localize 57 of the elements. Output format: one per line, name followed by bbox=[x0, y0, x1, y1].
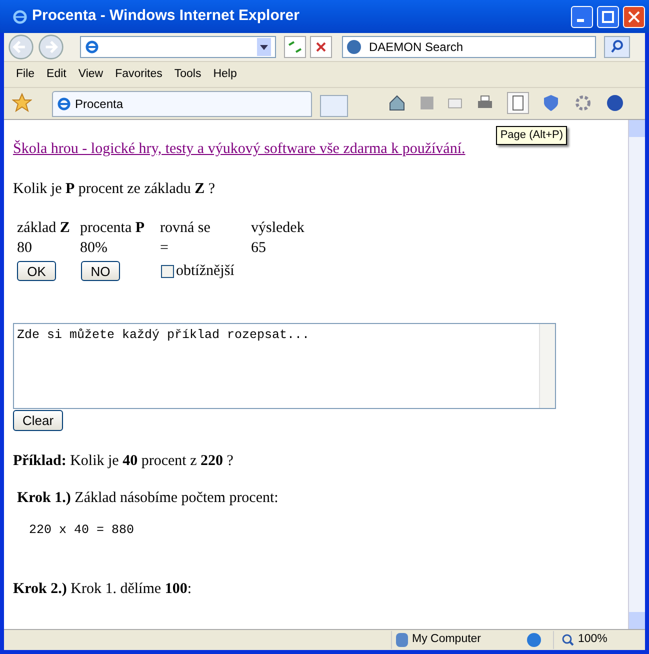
formula: 220 x 40 = 880 bbox=[29, 522, 136, 539]
menu-item[interactable]: Edit bbox=[42, 66, 70, 84]
minimize-button[interactable] bbox=[571, 6, 593, 28]
answer-button[interactable]: OK bbox=[17, 261, 56, 282]
menu-item[interactable]: Help bbox=[209, 66, 241, 84]
clear-button[interactable]: Clear bbox=[13, 410, 63, 430]
close-button[interactable] bbox=[623, 6, 645, 28]
menu-item[interactable]: View bbox=[74, 66, 108, 84]
example-text: Příklad: Kolik je 40 procent z 220 ? bbox=[13, 453, 234, 469]
search-field[interactable]: DAEMON Search bbox=[342, 36, 596, 58]
stop-icon[interactable] bbox=[310, 36, 332, 58]
search-text: DAEMON Search bbox=[369, 39, 464, 56]
column-header: procenta P bbox=[80, 219, 146, 238]
page-icon bbox=[57, 97, 71, 111]
site-link[interactable]: Škola hrou - logické hry, testy a výukový software vše zdarma k používání. bbox=[13, 141, 466, 157]
checkbox[interactable] bbox=[161, 264, 174, 278]
star-icon[interactable] bbox=[12, 93, 32, 113]
menu-item[interactable]: Tools bbox=[170, 66, 206, 84]
step-text: Krok 1.) Základ násobíme počtem procent: bbox=[17, 490, 278, 506]
tooltip: Page (Alt+P) bbox=[496, 126, 567, 144]
column-header: rovná se bbox=[160, 219, 212, 238]
window-title: Procenta - Windows Internet Explorer bbox=[32, 6, 300, 26]
forward-icon[interactable] bbox=[38, 34, 64, 60]
notes-textarea[interactable]: Zde si můžete každý příklad rozepsat... bbox=[13, 322, 556, 408]
gear-icon[interactable] bbox=[573, 93, 593, 113]
table-cell-text: = bbox=[160, 239, 170, 258]
maximize-button[interactable] bbox=[597, 6, 619, 28]
column-header: základ Z bbox=[17, 219, 71, 238]
zone-text: My Computer bbox=[412, 632, 482, 648]
page-menu-icon[interactable] bbox=[507, 92, 529, 114]
table-cell-text: 65 bbox=[251, 239, 267, 258]
page-icon bbox=[85, 40, 99, 54]
menu-item[interactable]: Favorites bbox=[111, 66, 166, 84]
magnifier-icon bbox=[562, 634, 574, 646]
back-icon[interactable] bbox=[8, 34, 34, 60]
shield-icon[interactable] bbox=[541, 93, 561, 113]
column-header: výsledek bbox=[251, 219, 306, 238]
menu-item[interactable]: File bbox=[12, 66, 39, 84]
checkbox-label: obtížnější bbox=[176, 262, 234, 281]
dropdown-button[interactable] bbox=[257, 38, 271, 56]
search-icon[interactable] bbox=[604, 36, 630, 58]
browser-logo-icon[interactable] bbox=[12, 8, 28, 24]
maximize-icon bbox=[602, 10, 614, 22]
scrollbar[interactable] bbox=[628, 120, 645, 629]
address-field[interactable] bbox=[80, 36, 276, 58]
scrollbar[interactable] bbox=[539, 324, 555, 408]
minimize-icon bbox=[576, 19, 584, 22]
question-text: Kolik je P procent ze základu Z ? bbox=[13, 180, 216, 196]
zoom-level[interactable]: 100% bbox=[578, 631, 608, 649]
home-icon[interactable] bbox=[387, 93, 407, 113]
caret-icon bbox=[260, 44, 268, 50]
answer-button[interactable]: NO bbox=[81, 261, 120, 282]
table-cell-text: 80% bbox=[80, 239, 108, 258]
close-icon bbox=[628, 10, 640, 22]
table-cell-text: 80 bbox=[17, 239, 33, 258]
step-text: Krok 2.) Krok 1. dělíme 100: bbox=[13, 580, 192, 597]
browser-tab[interactable]: Procenta bbox=[52, 91, 312, 117]
